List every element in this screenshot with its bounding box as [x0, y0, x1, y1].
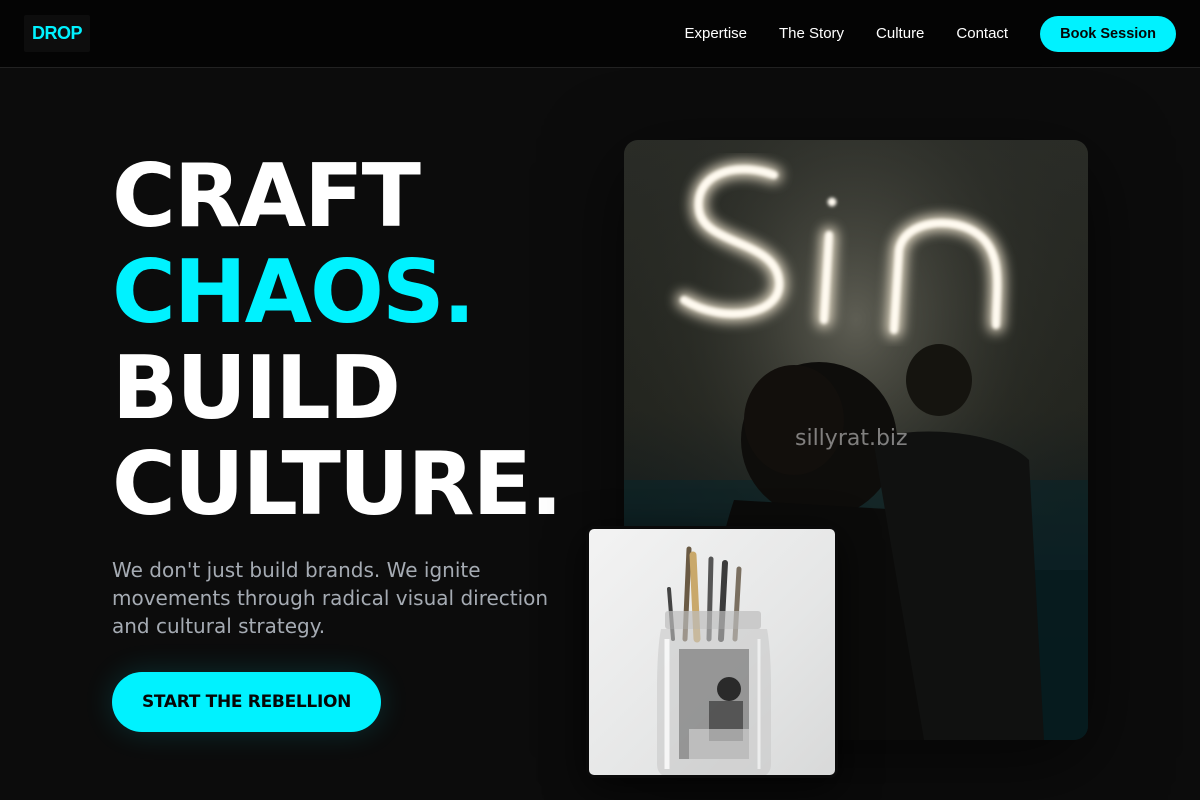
book-session-button[interactable]: Book Session [1040, 15, 1176, 52]
hero-headline: CRAFT CHAOS. BUILD CULTURE. [112, 145, 563, 535]
watermark-text: sillyrat.biz [795, 426, 908, 451]
headline-line-3: BUILD [112, 337, 401, 439]
logo[interactable]: DROP [24, 15, 91, 52]
headline-line-4: CULTURE. [112, 433, 563, 535]
headline-line-1: CRAFT [112, 145, 421, 247]
nav-link-the-story[interactable]: The Story [779, 25, 844, 42]
brush-jar-photo [586, 526, 838, 778]
navbar: DROP Expertise The Story Culture Contact… [0, 0, 1200, 68]
start-rebellion-button[interactable]: START THE REBELLION [112, 672, 381, 732]
nav-link-culture[interactable]: Culture [876, 25, 924, 42]
nav-link-expertise[interactable]: Expertise [684, 25, 747, 42]
nav-link-contact[interactable]: Contact [956, 25, 1008, 42]
page: DROP Expertise The Story Culture Contact… [0, 0, 1200, 800]
brush-jar-scene [657, 546, 771, 775]
headline-line-2: CHAOS. [112, 241, 476, 343]
nav-menu: Expertise The Story Culture Contact Book… [684, 15, 1176, 52]
hero-tagline: We don't just build brands. We ignite mo… [112, 558, 549, 638]
